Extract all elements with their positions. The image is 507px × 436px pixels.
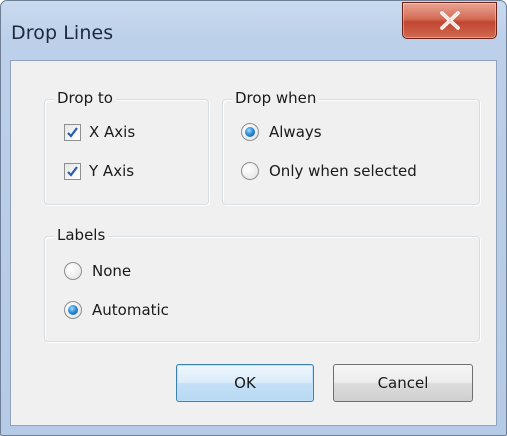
labels-group: Labels None Automatic (44, 225, 480, 342)
drop-when-group: Drop when Always Only when selected (222, 88, 480, 205)
always-radio[interactable] (241, 123, 259, 141)
automatic-radio-row[interactable]: Automatic (64, 300, 169, 320)
close-x-icon (440, 11, 460, 30)
radio-selected-dot (68, 305, 78, 315)
dialog-title: Drop Lines (11, 22, 114, 44)
only-when-selected-radio[interactable] (241, 162, 259, 180)
dialog-body: Drop to X Axis Y Axis Drop when Always O… (10, 60, 497, 426)
drop-lines-dialog: Drop Lines Drop to X Axis Y Axis Drop wh… (0, 0, 507, 436)
radio-selected-dot (245, 127, 255, 137)
check-icon (67, 165, 78, 177)
drop-when-group-label: Drop when (232, 88, 320, 108)
none-label: None (92, 262, 132, 280)
ok-button[interactable]: OK (176, 364, 314, 402)
cancel-button[interactable]: Cancel (333, 364, 473, 402)
none-radio-row[interactable]: None (64, 261, 131, 281)
drop-to-group: Drop to X Axis Y Axis (44, 88, 209, 205)
y-axis-label: Y Axis (89, 162, 135, 180)
only-when-selected-label: Only when selected (269, 162, 417, 180)
only-when-selected-radio-row[interactable]: Only when selected (241, 161, 417, 181)
title-bar[interactable]: Drop Lines (1, 1, 506, 61)
close-button[interactable] (402, 2, 497, 39)
x-axis-label: X Axis (89, 123, 136, 141)
x-axis-checkbox[interactable] (64, 123, 81, 141)
automatic-radio[interactable] (64, 301, 82, 319)
always-label: Always (269, 123, 322, 141)
check-icon (67, 126, 78, 138)
y-axis-checkbox-row[interactable]: Y Axis (64, 161, 134, 181)
always-radio-row[interactable]: Always (241, 122, 322, 142)
labels-group-label: Labels (54, 225, 109, 245)
drop-to-group-label: Drop to (54, 88, 116, 108)
x-axis-checkbox-row[interactable]: X Axis (64, 122, 135, 142)
none-radio[interactable] (64, 262, 82, 280)
y-axis-checkbox[interactable] (64, 162, 81, 180)
automatic-label: Automatic (92, 301, 169, 319)
